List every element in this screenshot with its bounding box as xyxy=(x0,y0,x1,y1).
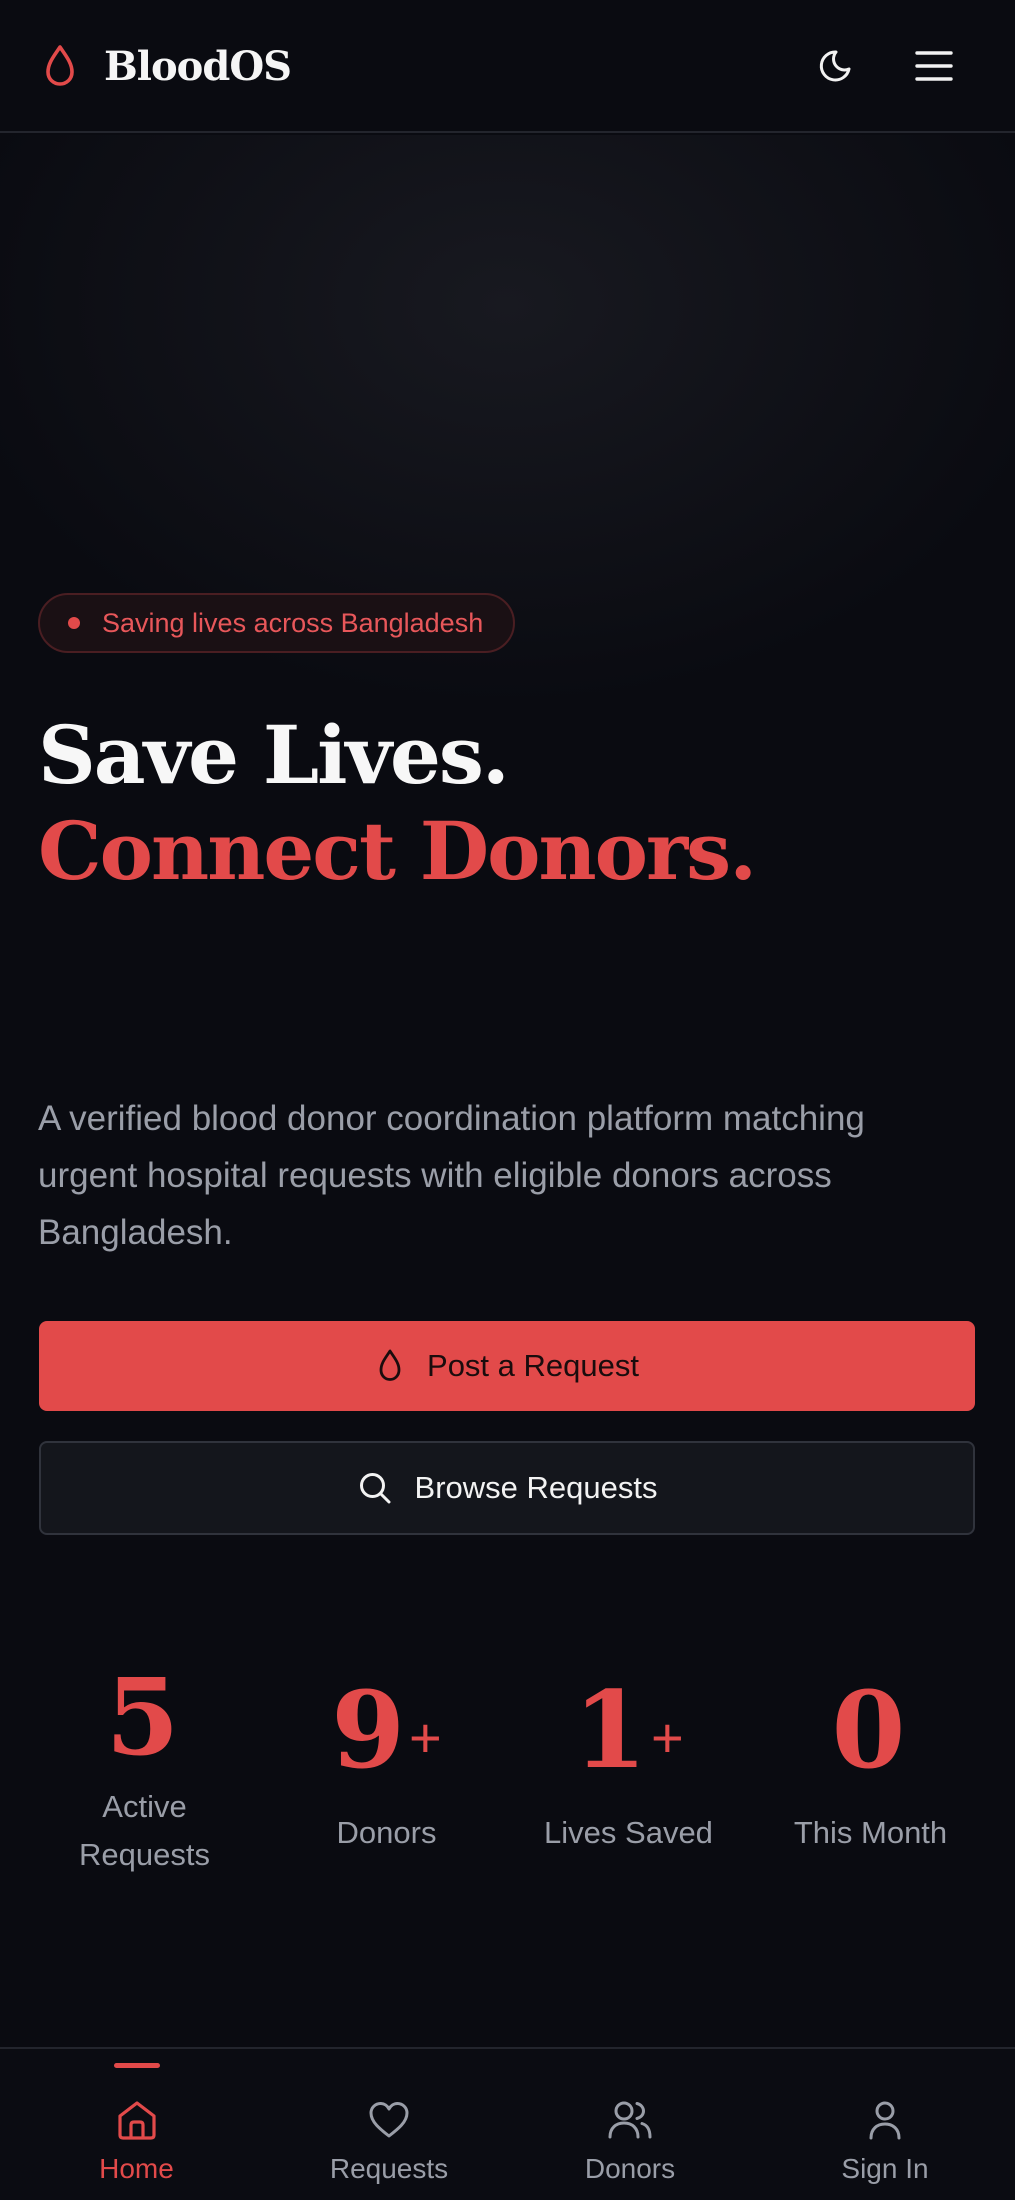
nav-label: Home xyxy=(99,2153,174,2184)
nav-label: Donors xyxy=(584,2153,676,2184)
search-icon xyxy=(359,1473,391,1504)
hamburger-menu-icon xyxy=(915,51,953,81)
stat-label: Donors xyxy=(336,1815,437,1850)
top-header: BloodOS xyxy=(0,0,1015,133)
stat-lives-saved: 1 + Lives Saved xyxy=(508,1655,749,1879)
blood-drop-icon xyxy=(46,45,74,86)
menu-button[interactable] xyxy=(906,38,962,94)
home-icon xyxy=(117,2101,156,2140)
post-request-label: Post a Request xyxy=(427,1348,639,1383)
headline-line-1: Save Lives. xyxy=(38,708,510,802)
nav-item-donors[interactable]: Donors xyxy=(505,2049,755,2200)
hero-headline: Save Lives. Connect Donors. xyxy=(38,707,998,899)
hero-description: A verified blood donor coordination plat… xyxy=(38,1099,865,1252)
stat-donors: 9 + Donors xyxy=(266,1655,507,1879)
stat-value: 1 xyxy=(573,1667,647,1792)
stat-value-row: 0 xyxy=(832,1655,910,1805)
stat-label: Lives Saved xyxy=(544,1815,713,1850)
stats-row: 5 Active Requests 9 + Donors 1 + Lives S… xyxy=(24,1655,991,1879)
stat-label: Active Requests xyxy=(79,1789,210,1872)
nav-label: Sign In xyxy=(841,2153,929,2184)
users-icon xyxy=(608,2101,652,2139)
stat-value: 5 xyxy=(105,1654,180,1779)
nav-item-sign-in[interactable]: Sign In xyxy=(755,2049,1015,2200)
stat-value-row: 5 xyxy=(106,1655,184,1779)
post-request-button[interactable]: Post a Request xyxy=(39,1321,975,1411)
brand-name: BloodOS xyxy=(104,42,292,90)
brand[interactable]: BloodOS xyxy=(40,36,292,96)
blood-drop-icon xyxy=(379,1349,401,1381)
browse-requests-button[interactable]: Browse Requests xyxy=(39,1441,975,1535)
tagline-text: Saving lives across Bangladesh xyxy=(102,607,484,638)
browse-requests-label: Browse Requests xyxy=(414,1470,658,1505)
status-dot xyxy=(68,617,80,629)
active-indicator xyxy=(113,2063,160,2068)
stat-active-requests: 5 Active Requests xyxy=(24,1655,265,1879)
bottom-nav: Home Requests Donors Sign In xyxy=(0,2047,1015,2200)
stat-value-row: 1 + xyxy=(573,1655,683,1805)
nav-item-requests[interactable]: Requests xyxy=(273,2049,505,2200)
stat-suffix: + xyxy=(409,1706,442,1769)
theme-toggle-button[interactable] xyxy=(807,38,863,94)
heart-icon xyxy=(369,2102,409,2138)
stat-this-month: 0 This Month xyxy=(750,1655,991,1879)
nav-label: Requests xyxy=(329,2153,449,2184)
nav-item-home[interactable]: Home xyxy=(0,2049,273,2200)
hero-section: Saving lives across Bangladesh Save Live… xyxy=(0,135,1015,2047)
headline-line-2: Connect Donors. xyxy=(38,804,757,898)
moon-icon xyxy=(819,50,851,82)
stat-value: 9 xyxy=(331,1667,405,1792)
tagline-badge: Saving lives across Bangladesh xyxy=(38,593,516,653)
stat-value: 0 xyxy=(831,1667,906,1792)
stat-suffix: + xyxy=(651,1706,684,1769)
user-icon xyxy=(869,2101,901,2140)
stat-value-row: 9 + xyxy=(331,1655,441,1805)
stat-label: This Month xyxy=(793,1815,948,1850)
